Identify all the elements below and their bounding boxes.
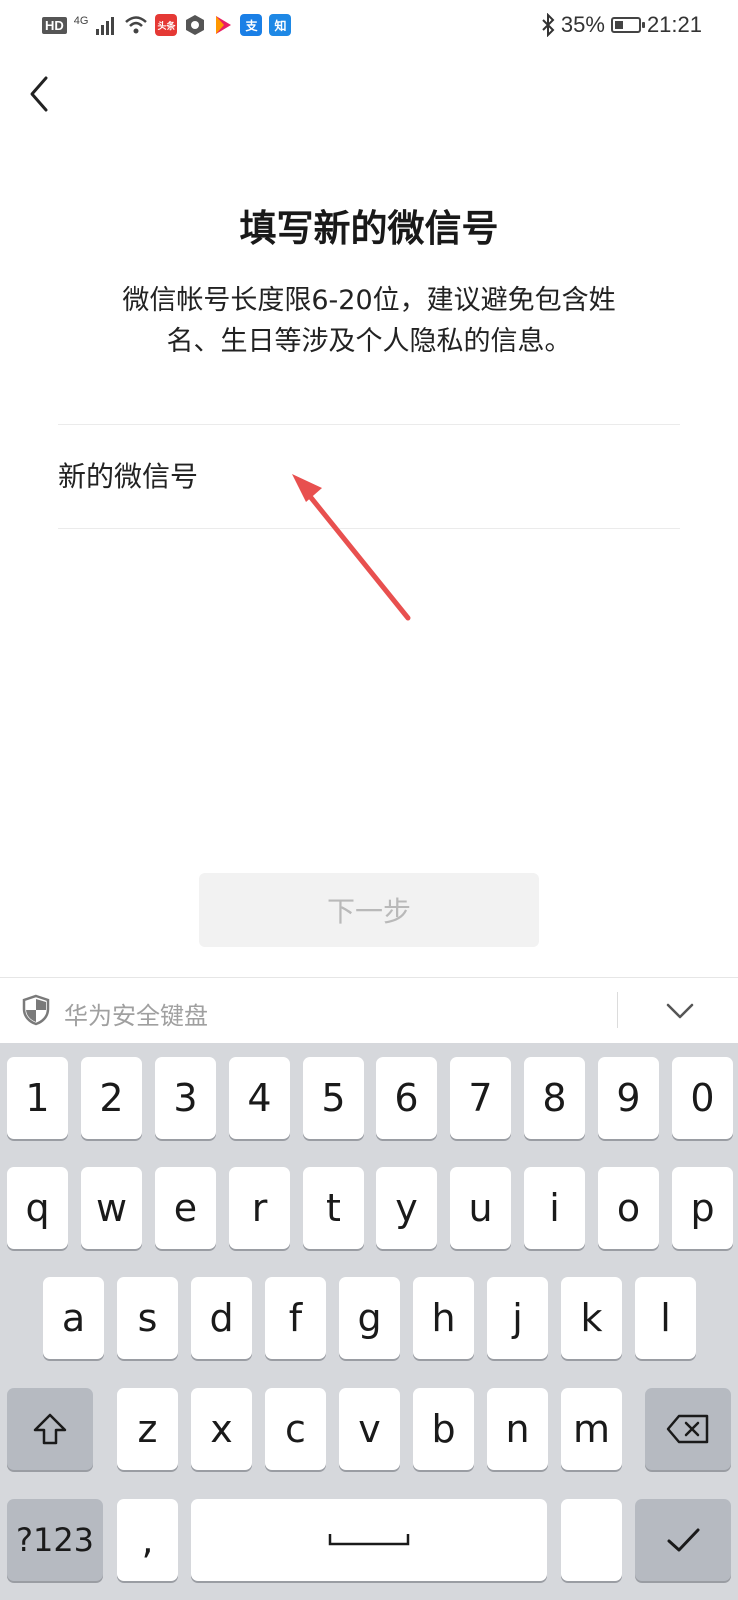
space-bar-icon	[328, 1534, 410, 1546]
back-button[interactable]	[22, 72, 58, 116]
keyboard-title: 华为安全键盘	[64, 1002, 208, 1030]
space-key[interactable]	[191, 1499, 547, 1581]
key-s[interactable]: s	[117, 1277, 178, 1359]
clock: 21:21	[646, 12, 702, 37]
chevron-left-icon	[30, 76, 48, 112]
key-6[interactable]: 6	[376, 1057, 437, 1139]
bluetooth-icon	[542, 13, 555, 37]
key-4[interactable]: 4	[229, 1057, 290, 1139]
key-5[interactable]: 5	[303, 1057, 364, 1139]
key-2[interactable]: 2	[81, 1057, 142, 1139]
battery-percent: 35%	[560, 12, 605, 37]
key-c[interactable]: c	[265, 1388, 326, 1470]
description-line-1: 微信帐号长度限6-20位，建议避免包含姓	[122, 285, 616, 316]
key-p[interactable]: p	[672, 1167, 733, 1249]
page-description: 微信帐号长度限6-20位，建议避免包含姓 名、生日等涉及个人隐私的信息。	[80, 280, 658, 362]
status-bar-right: 35% 21:21	[541, 12, 702, 38]
key-n[interactable]: n	[487, 1388, 548, 1470]
key-b[interactable]: b	[413, 1388, 474, 1470]
hd-indicator: HD	[42, 16, 67, 34]
signal-icon	[96, 17, 115, 35]
key-i[interactable]: i	[524, 1167, 585, 1249]
confirm-key[interactable]	[635, 1499, 731, 1581]
key-y[interactable]: y	[376, 1167, 437, 1249]
hexagon-app-icon	[186, 15, 205, 35]
key-v[interactable]: v	[339, 1388, 400, 1470]
key-d[interactable]: d	[191, 1277, 252, 1359]
shield-icon	[22, 994, 50, 1026]
key-e[interactable]: e	[155, 1167, 216, 1249]
key-u[interactable]: u	[450, 1167, 511, 1249]
comma-key[interactable]: ,	[117, 1499, 178, 1581]
key-9[interactable]: 9	[598, 1057, 659, 1139]
key-8[interactable]: 8	[524, 1057, 585, 1139]
period-key[interactable]	[561, 1499, 622, 1581]
keyboard-header: 华为安全键盘	[0, 977, 738, 1043]
annotation-arrow-icon	[292, 474, 411, 621]
network-type: 4G	[73, 15, 89, 27]
key-q[interactable]: q	[7, 1167, 68, 1249]
key-g[interactable]: g	[339, 1277, 400, 1359]
key-a[interactable]: a	[43, 1277, 104, 1359]
key-j[interactable]: j	[487, 1277, 548, 1359]
key-x[interactable]: x	[191, 1388, 252, 1470]
battery-level	[614, 21, 623, 29]
next-step-button[interactable]: 下一步	[199, 873, 539, 947]
page-title: 填写新的微信号	[239, 207, 499, 250]
key-t[interactable]: t	[303, 1167, 364, 1249]
status-bar-left: HD 4G 头条 支 知	[42, 12, 292, 38]
key-l[interactable]: l	[635, 1277, 696, 1359]
key-h[interactable]: h	[413, 1277, 474, 1359]
backspace-icon	[666, 1414, 709, 1444]
key-o[interactable]: o	[598, 1167, 659, 1249]
checkmark-icon	[667, 1528, 700, 1552]
shift-arrow-icon	[33, 1413, 67, 1445]
key-3[interactable]: 3	[155, 1057, 216, 1139]
description-line-2: 名、生日等涉及个人隐私的信息。	[166, 326, 572, 357]
key-z[interactable]: z	[117, 1388, 178, 1470]
alipay-icon: 支	[240, 14, 263, 36]
status-bar: HD 4G 头条 支 知 35% 21:21	[0, 0, 738, 50]
keyboard-collapse-button[interactable]	[660, 996, 700, 1026]
wifi-icon	[125, 16, 148, 34]
toutiao-icon: 头条	[155, 14, 178, 36]
key-m[interactable]: m	[561, 1388, 622, 1470]
symbols-key[interactable]: ?123	[7, 1499, 103, 1581]
shift-key[interactable]	[7, 1388, 93, 1470]
keyboard: 1 2 3 4 5 6 7 8 9 0 q w e r t y u i o p …	[0, 1043, 738, 1600]
key-f[interactable]: f	[265, 1277, 326, 1359]
key-7[interactable]: 7	[450, 1057, 511, 1139]
key-0[interactable]: 0	[672, 1057, 733, 1139]
battery-icon	[610, 17, 645, 33]
key-w[interactable]: w	[81, 1167, 142, 1249]
zhihu-icon: 知	[269, 14, 292, 36]
chevron-down-icon	[666, 1003, 694, 1019]
key-1[interactable]: 1	[7, 1057, 68, 1139]
key-k[interactable]: k	[561, 1277, 622, 1359]
video-play-icon	[216, 16, 232, 34]
key-r[interactable]: r	[229, 1167, 290, 1249]
backspace-key[interactable]	[645, 1388, 731, 1470]
divider	[617, 992, 618, 1028]
